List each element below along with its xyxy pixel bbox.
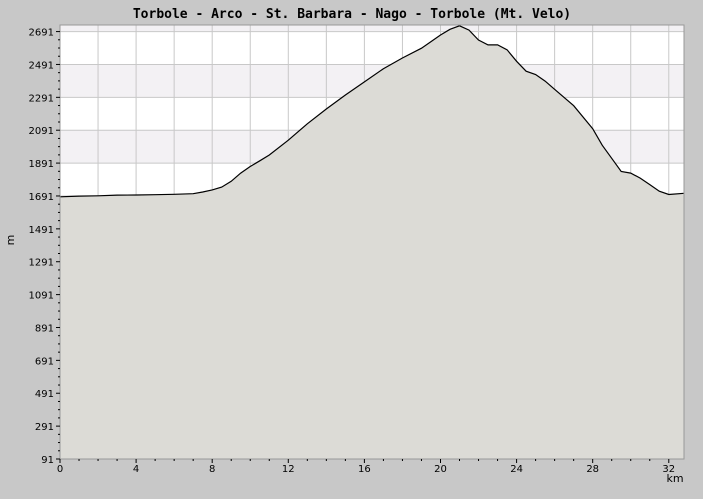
x-tick-label: 0 [57,464,63,475]
y-tick-label: 291 [35,422,54,433]
x-tick-label: 28 [586,464,599,475]
y-tick-label: 891 [35,323,54,334]
y-tick-label: 1091 [29,291,54,302]
y-axis-label: m [4,235,17,246]
y-tick-label: 2491 [29,60,54,71]
y-tick-label: 1291 [29,258,54,269]
y-tick-label: 1491 [29,225,54,236]
y-tick-label: 1891 [29,159,54,170]
grid-band [60,25,684,32]
y-tick-label: 91 [41,455,54,466]
x-tick-label: 8 [209,464,215,475]
y-tick-label: 1691 [29,192,54,203]
x-tick-label: 4 [133,464,139,475]
x-tick-label: 24 [510,464,523,475]
y-tick-label: 491 [35,389,54,400]
x-tick-label: 12 [282,464,295,475]
x-axis-label: km [666,472,683,485]
y-tick-label: 691 [35,356,54,367]
x-tick-label: 20 [434,464,447,475]
chart-title: Torbole - Arco - St. Barbara - Nago - To… [133,7,571,22]
x-tick-label: 16 [358,464,371,475]
elevation-chart: 91 291 491 691 891 1091 1291 1491 1691 1891 2091 22… [4,7,685,485]
y-tick-label: 2091 [29,126,54,137]
y-tick-label: 2291 [29,93,54,104]
y-tick-label: 2691 [29,28,54,39]
